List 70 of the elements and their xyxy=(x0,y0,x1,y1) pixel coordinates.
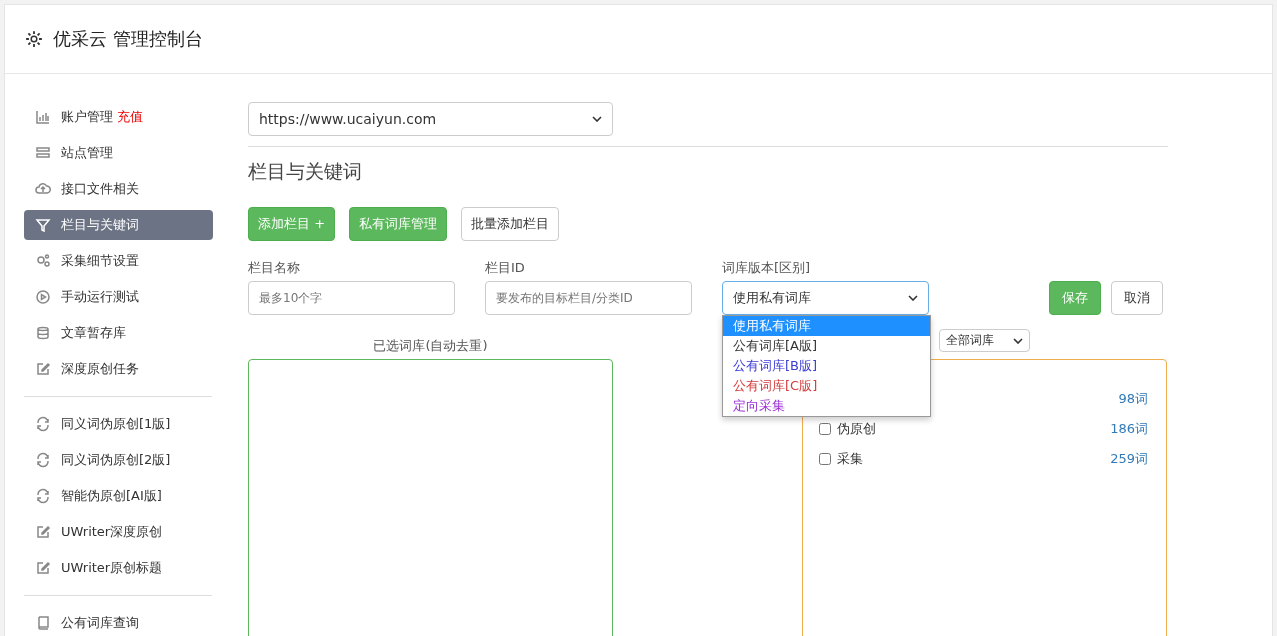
menu-icon xyxy=(35,145,51,161)
menu-icon xyxy=(35,560,51,576)
menu-label: 智能伪原创[AI版] xyxy=(61,487,162,505)
cancel-button[interactable]: 取消 xyxy=(1111,281,1163,315)
sidebar-item[interactable]: UWriter深度原创 xyxy=(24,517,213,547)
section-title: 栏目与关键词 xyxy=(248,159,363,184)
menu-label: 同义词伪原创[1版] xyxy=(61,415,171,433)
sidebar-item[interactable]: 文章暂存库 xyxy=(24,318,213,348)
word-count: 98词 xyxy=(1118,390,1148,408)
column-name-field[interactable]: 最多10个字 xyxy=(248,281,455,315)
word-count: 259词 xyxy=(1110,450,1148,468)
menu-label: 公有词库查询 xyxy=(61,614,139,632)
menu-icon xyxy=(35,325,51,341)
library-filter-select[interactable]: 全部词库 xyxy=(939,329,1030,352)
menu-label: 账户管理 xyxy=(61,108,113,126)
dropdown-option[interactable]: 定向采集 xyxy=(723,396,930,416)
menu-icon xyxy=(35,416,51,432)
library-checkbox[interactable] xyxy=(819,453,831,465)
sidebar-item[interactable]: 同义词伪原创[1版] xyxy=(24,409,213,439)
field-label: 词库版本[区别] xyxy=(722,259,812,277)
chevron-down-icon xyxy=(592,116,602,122)
sidebar-item[interactable]: 公有词库查询 xyxy=(24,608,213,636)
chevron-down-icon xyxy=(908,295,918,301)
menu-label: 同义词伪原创[2版] xyxy=(61,451,171,469)
field-label: 栏目名称 xyxy=(248,259,301,277)
sidebar-item[interactable]: 栏目与关键词 xyxy=(24,210,213,240)
sidebar-item[interactable]: 接口文件相关 xyxy=(24,174,213,204)
library-name: 采集 xyxy=(837,450,863,468)
menu-label: 栏目与关键词 xyxy=(61,216,139,234)
menu-icon xyxy=(35,181,51,197)
recharge-link[interactable]: 充值 xyxy=(117,108,143,126)
menu-icon xyxy=(35,615,51,631)
library-version-select[interactable]: 使用私有词库 xyxy=(722,281,929,315)
menu-label: UWriter原创标题 xyxy=(61,559,163,577)
column-id-field[interactable]: 要发布的目标栏目/分类ID xyxy=(485,281,692,315)
action-button[interactable]: 批量添加栏目 xyxy=(461,207,560,241)
menu-icon xyxy=(35,289,51,305)
sidebar-item[interactable]: 智能伪原创[AI版] xyxy=(24,481,213,511)
menu-label: 文章暂存库 xyxy=(61,324,126,342)
sidebar-item[interactable]: 手动运行测试 xyxy=(24,282,213,312)
dropdown-option[interactable]: 公有词库[A版] xyxy=(723,336,930,356)
chevron-down-icon xyxy=(1013,337,1023,344)
sidebar-item[interactable]: 账户管理 充值 xyxy=(24,102,213,132)
dropdown-option[interactable]: 公有词库[B版] xyxy=(723,356,930,376)
menu-icon xyxy=(35,217,51,233)
menu-icon xyxy=(35,361,51,377)
sidebar-item[interactable]: UWriter原创标题 xyxy=(24,553,213,583)
field-label: 栏目ID xyxy=(485,259,526,277)
console-title: 优采云 管理控制台 xyxy=(53,27,203,51)
panel-title: 已选词库(自动去重) xyxy=(372,337,489,355)
menu-icon xyxy=(35,253,51,269)
menu-label: UWriter深度原创 xyxy=(61,523,163,541)
menu-icon xyxy=(35,452,51,468)
menu-icon xyxy=(35,488,51,504)
sidebar-item[interactable]: 深度原创任务 xyxy=(24,354,213,384)
menu-label: 采集细节设置 xyxy=(61,252,139,270)
menu-icon xyxy=(35,524,51,540)
menu-label: 手动运行测试 xyxy=(61,288,139,306)
library-checkbox[interactable] xyxy=(819,423,831,435)
menu-label: 接口文件相关 xyxy=(61,180,139,198)
dropdown-option[interactable]: 公有词库[C版] xyxy=(723,376,930,396)
menu-label: 深度原创任务 xyxy=(61,360,139,378)
sidebar-item[interactable]: 同义词伪原创[2版] xyxy=(24,445,213,475)
menu-icon xyxy=(35,109,51,125)
menu-label: 站点管理 xyxy=(61,144,113,162)
library-name: 伪原创 xyxy=(837,420,876,438)
word-count: 186词 xyxy=(1110,420,1148,438)
sidebar-item[interactable]: 采集细节设置 xyxy=(24,246,213,276)
sidebar-item[interactable]: 站点管理 xyxy=(24,138,213,168)
site-select[interactable]: https://www.ucaiyun.com xyxy=(248,102,613,136)
